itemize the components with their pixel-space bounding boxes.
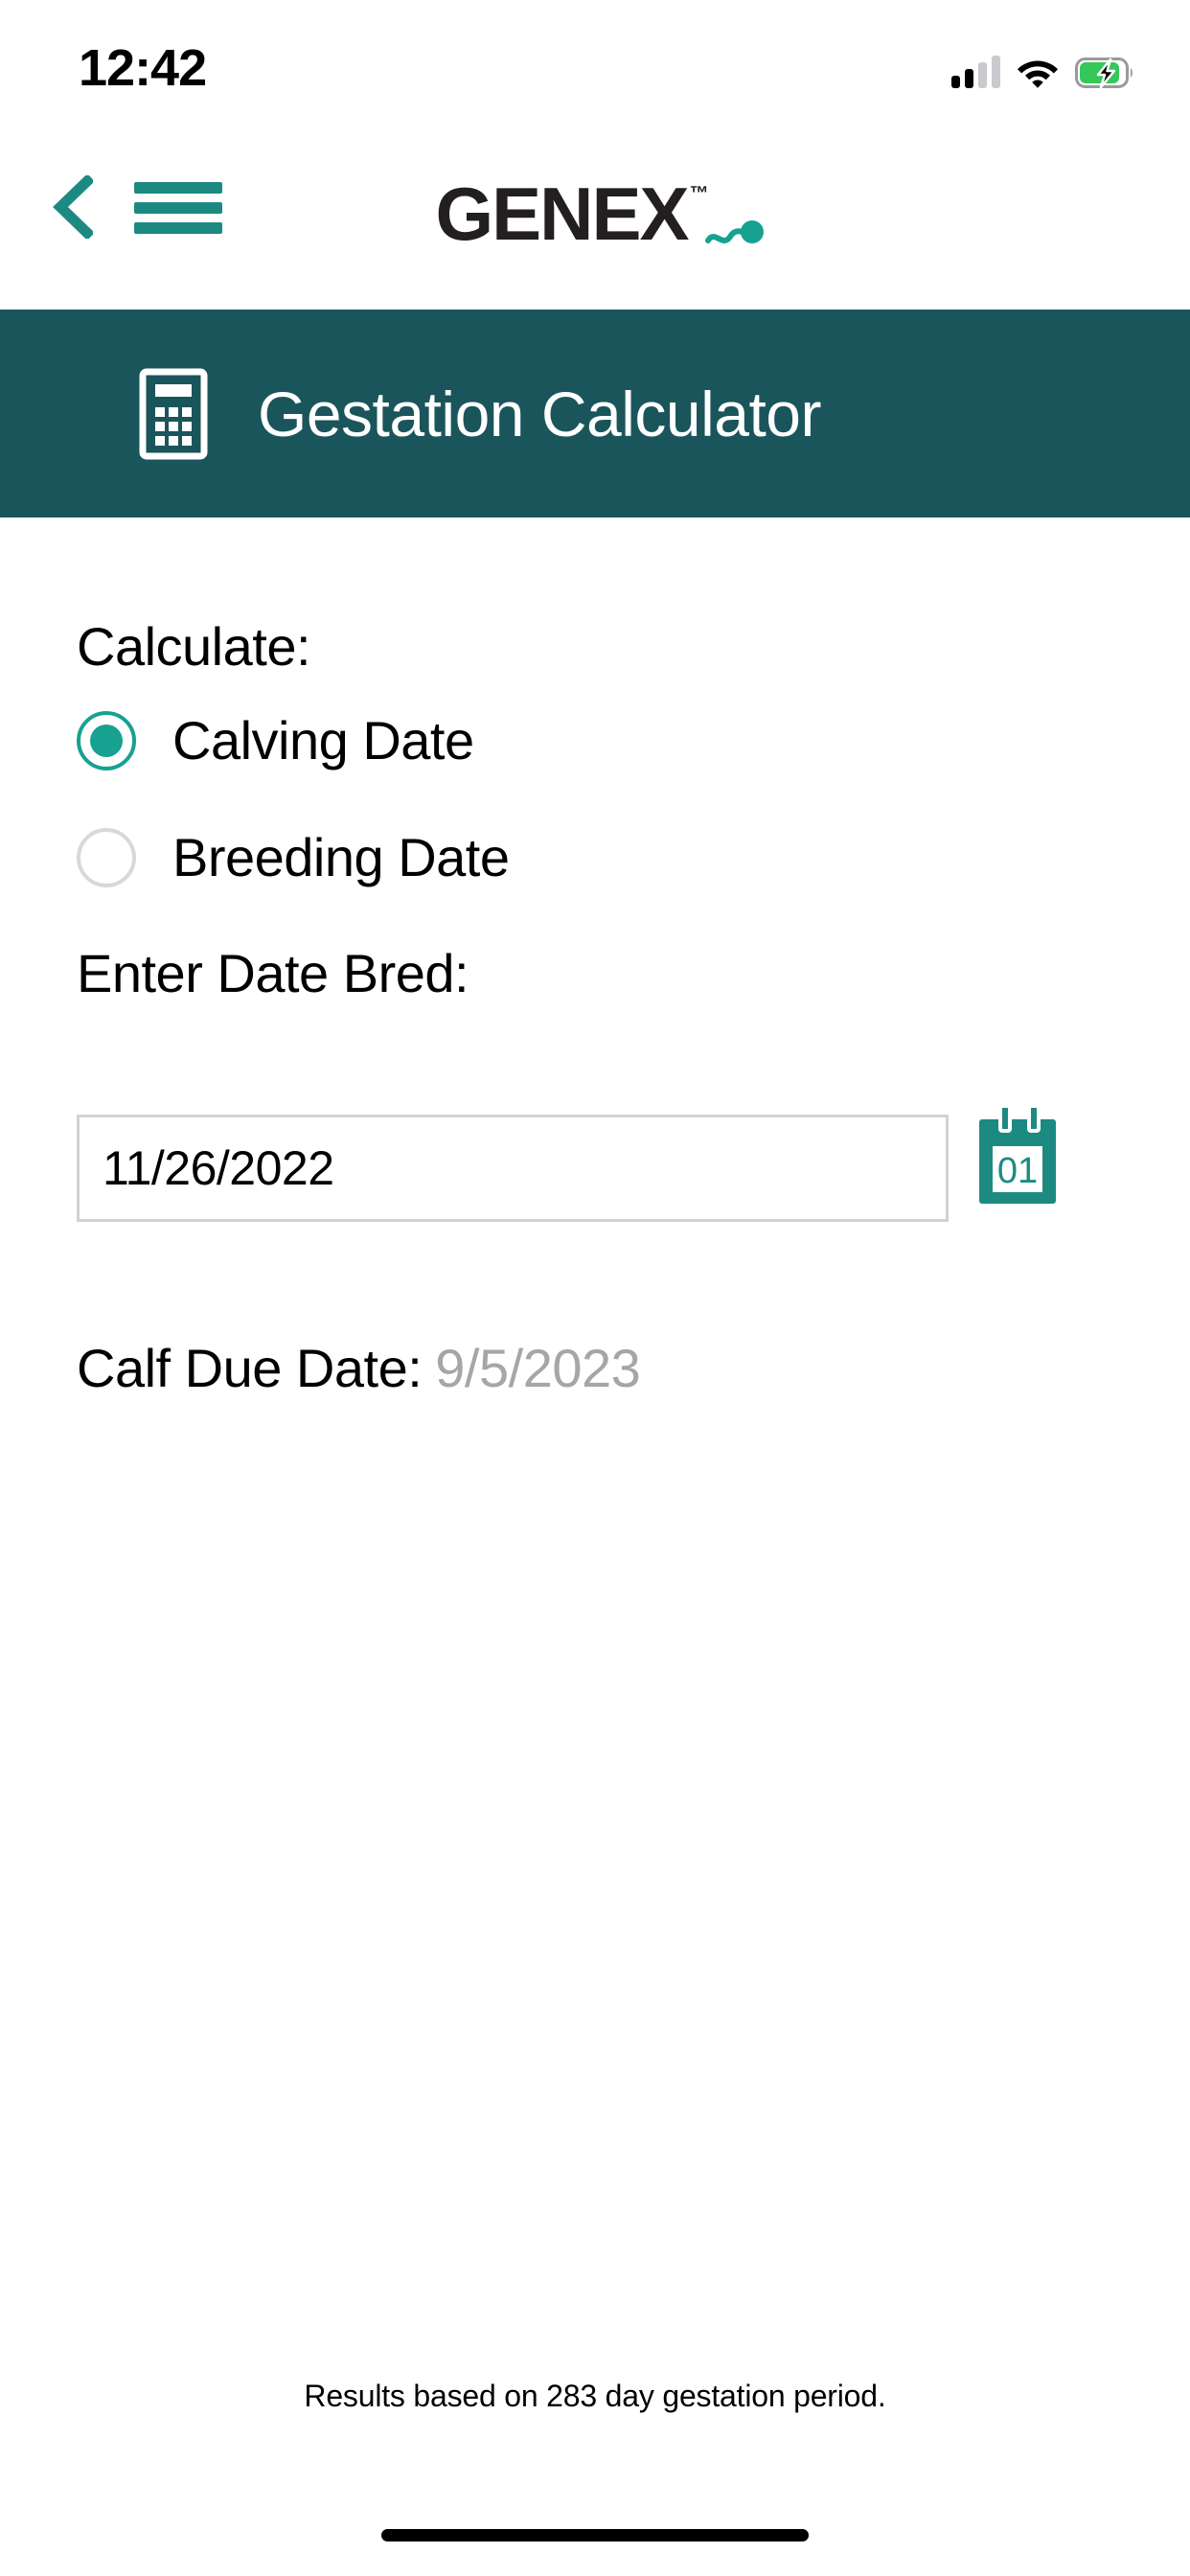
calculator-icon	[139, 368, 208, 459]
battery-charging-icon	[1075, 58, 1133, 88]
signal-bars-icon	[951, 56, 1000, 88]
radio-label-breeding-date: Breeding Date	[172, 827, 510, 887]
status-bar: 12:42	[0, 0, 1190, 125]
gestation-footnote: Results based on 283 day gestation perio…	[304, 2379, 886, 2413]
hamburger-menu-button[interactable]	[134, 178, 222, 238]
radio-option-breeding-date[interactable]: Breeding Date	[77, 826, 510, 888]
brand-wordmark: GENEX	[435, 172, 689, 256]
home-indicator[interactable]	[381, 2529, 809, 2542]
status-time: 12:42	[79, 39, 207, 97]
calf-due-date-row: Calf Due Date: 9/5/2023	[77, 1337, 641, 1399]
chevron-left-icon	[53, 175, 93, 239]
wifi-icon	[1018, 60, 1058, 88]
date-bred-label: Enter Date Bred:	[77, 943, 469, 1003]
back-button[interactable]	[40, 167, 103, 247]
brand-trademark: ™	[689, 183, 709, 204]
status-icons	[951, 46, 1134, 88]
sperm-icon	[704, 220, 764, 243]
hamburger-menu-icon	[134, 222, 222, 234]
radio-button-breeding-date[interactable]	[77, 827, 136, 887]
radio-label-calving-date: Calving Date	[172, 710, 474, 770]
radio-dot	[90, 724, 123, 757]
calf-due-date-label: Calf Due Date:	[77, 1338, 423, 1398]
page-title: Gestation Calculator	[258, 378, 821, 449]
hamburger-menu-icon	[134, 182, 222, 194]
radio-option-calving-date[interactable]: Calving Date	[77, 709, 474, 771]
radio-button-calving-date[interactable]	[77, 710, 136, 770]
date-bred-input[interactable]	[77, 1115, 949, 1222]
calculate-label: Calculate:	[77, 616, 311, 677]
calendar-day-number: 01	[997, 1151, 1038, 1191]
calendar-icon: 01	[979, 1104, 1056, 1204]
radio-dot	[90, 841, 123, 874]
hamburger-menu-icon	[134, 202, 222, 214]
app-screen: 12:42 GENEX ™ Gestation Calculator Calcu…	[0, 0, 1190, 2576]
calf-due-date-value: 9/5/2023	[435, 1338, 641, 1398]
calendar-picker-button[interactable]: 01	[975, 1104, 1060, 1208]
page-title-banner: Gestation Calculator	[0, 310, 1190, 518]
app-nav-bar: GENEX ™	[0, 153, 1190, 278]
